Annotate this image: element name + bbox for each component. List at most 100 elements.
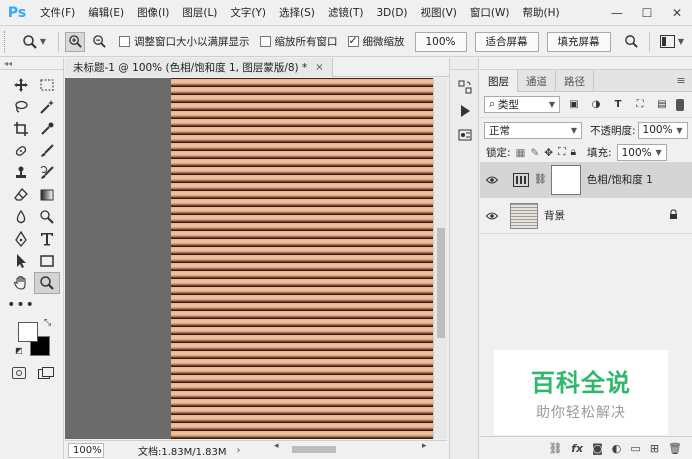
pen-tool[interactable] — [8, 228, 34, 250]
vertical-scroll-thumb[interactable] — [437, 228, 445, 338]
layer-name[interactable]: 背景 — [544, 208, 565, 223]
lock-position-icon[interactable]: ✥ — [544, 147, 553, 159]
new-layer-icon[interactable]: ⊞ — [650, 442, 659, 455]
resize-windows-checkbox[interactable] — [119, 36, 130, 47]
zoom-out-button[interactable] — [89, 32, 109, 52]
marquee-tool[interactable] — [34, 74, 60, 96]
vertical-scrollbar[interactable] — [433, 78, 447, 439]
clone-stamp-tool[interactable] — [8, 162, 34, 184]
history-brush-tool[interactable] — [34, 162, 60, 184]
document-tab[interactable]: 未标题-1 @ 100% (色相/饱和度 1, 图层蒙版/8) * × — [65, 57, 333, 77]
tab-channels[interactable]: 通道 — [518, 70, 556, 92]
trash-icon[interactable]: 🗑︎ — [668, 442, 682, 455]
filter-toggle-icon[interactable] — [676, 98, 684, 111]
menu-select[interactable]: 选择(S) — [273, 5, 322, 20]
screen-mode-button[interactable] — [38, 367, 54, 379]
menu-type[interactable]: 文字(Y) — [224, 5, 273, 20]
magic-wand-tool[interactable] — [34, 96, 60, 118]
menu-image[interactable]: 图像(I) — [131, 5, 176, 20]
collapsed-panels-header[interactable] — [450, 58, 478, 70]
lasso-tool[interactable] — [8, 96, 34, 118]
resize-windows-option[interactable]: 调整窗口大小以满屏显示 — [119, 34, 250, 49]
blur-tool[interactable] — [8, 206, 34, 228]
layer-row[interactable]: 背景 — [480, 198, 692, 234]
filter-shape-icon[interactable]: ⛶ — [632, 97, 648, 113]
options-grip[interactable] — [4, 30, 10, 53]
link-layers-icon[interactable]: ⛓ — [548, 442, 562, 455]
tab-layers[interactable]: 图层 — [480, 70, 518, 92]
pasteboard[interactable] — [65, 78, 433, 439]
actions-panel-button[interactable] — [450, 100, 480, 122]
fx-button[interactable]: fx — [571, 442, 583, 455]
menu-filter[interactable]: 滤镜(T) — [322, 5, 371, 20]
filter-smart-object-icon[interactable]: ▤ — [654, 97, 670, 113]
opacity-field[interactable]: 100% ▼ — [637, 121, 688, 139]
blend-mode-select[interactable]: 正常 ▼ — [484, 121, 582, 139]
edit-toolbar-button[interactable]: ••• — [7, 294, 34, 316]
lock-transparent-icon[interactable]: ▦ — [516, 147, 526, 159]
default-colors-icon[interactable]: ◩ — [15, 346, 23, 355]
crop-tool[interactable] — [8, 118, 34, 140]
menu-help[interactable]: 帮助(H) — [517, 5, 567, 20]
visibility-eye-icon[interactable] — [480, 176, 504, 184]
maximize-button[interactable]: ☐ — [632, 0, 662, 26]
panel-menu-icon[interactable]: ≡ — [670, 70, 692, 91]
menu-layer[interactable]: 图层(L) — [176, 5, 224, 20]
scroll-left-icon[interactable]: ◂ — [274, 441, 279, 451]
brush-tool[interactable] — [34, 140, 60, 162]
tab-paths[interactable]: 路径 — [556, 70, 594, 92]
type-tool[interactable] — [34, 228, 60, 250]
horizontal-scroll-thumb[interactable] — [292, 446, 336, 453]
close-button[interactable]: ✕ — [662, 0, 692, 26]
new-adjustment-icon[interactable]: ◐ — [612, 442, 622, 455]
menu-edit[interactable]: 编辑(E) — [82, 5, 131, 20]
zoom-in-button[interactable] — [65, 31, 85, 52]
path-selection-tool[interactable] — [8, 250, 34, 272]
menu-window[interactable]: 窗口(W) — [464, 5, 517, 20]
zoom-100-button[interactable]: 100% — [414, 31, 467, 52]
layer-row[interactable]: ⛓ 色相/饱和度 1 — [480, 162, 692, 198]
search-icon[interactable] — [624, 34, 639, 49]
history-panel-button[interactable] — [450, 76, 480, 98]
add-mask-icon[interactable]: ◙ — [592, 442, 603, 455]
properties-panel-button[interactable] — [450, 124, 480, 146]
scroll-right-icon[interactable]: ▸ — [422, 441, 427, 451]
rectangle-tool[interactable] — [34, 250, 60, 272]
minimize-button[interactable]: — — [602, 0, 632, 26]
dodge-tool[interactable] — [34, 206, 60, 228]
healing-brush-tool[interactable] — [8, 140, 34, 162]
filter-pixel-icon[interactable]: ▣ — [566, 97, 582, 113]
fit-screen-button[interactable]: 适合屏幕 — [474, 31, 539, 52]
chevron-right-icon[interactable]: › — [237, 445, 241, 456]
scrubby-zoom-option[interactable]: 细微缩放 — [347, 34, 405, 49]
lock-all-icon[interactable]: 🔒︎ — [570, 146, 576, 159]
visibility-eye-icon[interactable] — [480, 212, 504, 220]
tools-panel-collapse[interactable]: ◂◂ — [0, 58, 63, 70]
filter-type-icon[interactable]: T — [610, 97, 626, 113]
eyedropper-tool[interactable] — [34, 118, 60, 140]
layer-mask-thumbnail[interactable] — [550, 164, 581, 195]
new-group-icon[interactable]: ▭ — [630, 442, 640, 455]
gradient-tool[interactable] — [34, 184, 60, 206]
lock-artboard-icon[interactable]: ⛶ — [558, 146, 565, 159]
quick-mask-button[interactable] — [12, 367, 26, 379]
filter-kind-select[interactable]: ⌕ 类型 ▼ — [484, 96, 560, 113]
zoom-all-option[interactable]: 缩放所有窗口 — [259, 34, 338, 49]
menu-3d[interactable]: 3D(D) — [370, 7, 414, 19]
menu-file[interactable]: 文件(F) — [34, 5, 82, 20]
layer-name[interactable]: 色相/饱和度 1 — [587, 172, 653, 187]
horizontal-scrollbar[interactable]: ◂ ▸ — [256, 441, 436, 454]
lock-pixels-icon[interactable]: ✎ — [530, 147, 539, 159]
chain-link-icon[interactable]: ⛓ — [534, 174, 547, 185]
zoom-tool[interactable] — [34, 272, 60, 294]
fill-screen-button[interactable]: 填充屏幕 — [546, 31, 611, 52]
tool-preset-picker[interactable]: ▼ — [16, 31, 52, 53]
document-canvas[interactable] — [171, 78, 433, 439]
eraser-tool[interactable] — [8, 184, 34, 206]
zoom-all-checkbox[interactable] — [259, 36, 271, 47]
close-tab-icon[interactable]: × — [315, 62, 323, 73]
swap-colors-icon[interactable]: ⤡ — [44, 318, 51, 328]
color-swatches[interactable]: ⤡ ◩ — [14, 318, 54, 362]
scrubby-zoom-checkbox[interactable] — [347, 34, 359, 47]
menu-view[interactable]: 视图(V) — [415, 5, 464, 20]
